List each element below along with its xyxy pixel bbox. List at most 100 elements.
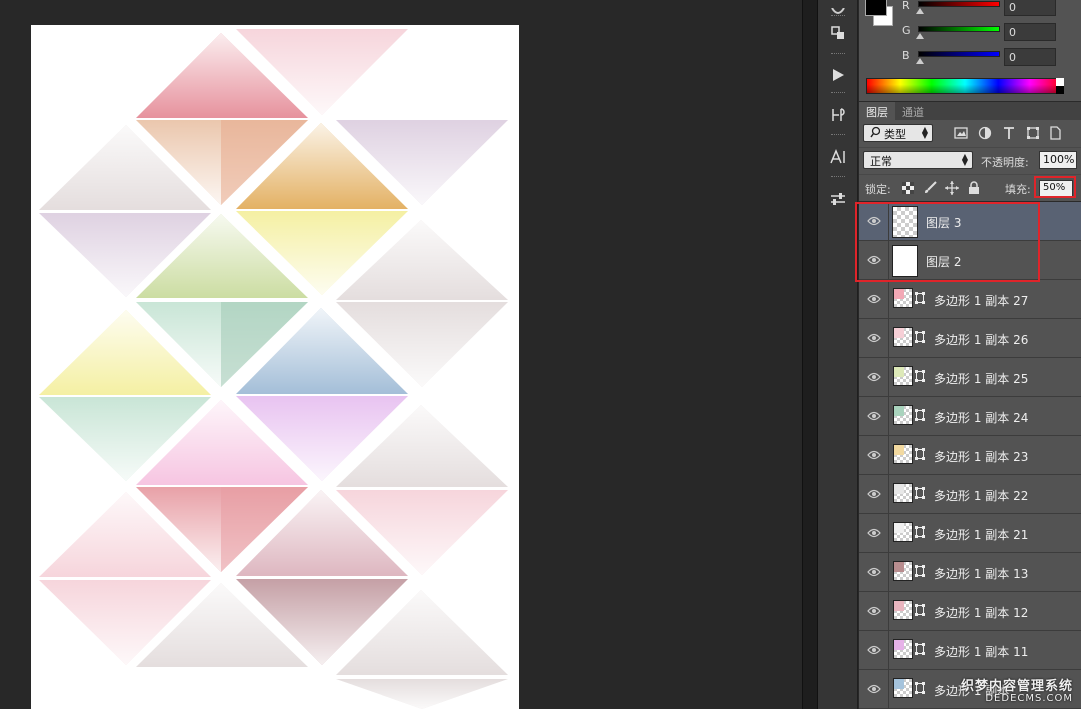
lock-all-padlock-icon[interactable] [967, 181, 981, 195]
channel-0-slider[interactable] [918, 1, 1000, 7]
blend-mode-dropdown[interactable]: 正常 ▲ ▼ [863, 151, 973, 169]
layer-name[interactable]: 多边形 1 副本 25 [934, 370, 1028, 387]
canvas-workspace[interactable] [0, 0, 802, 709]
layer-thumbnail[interactable] [892, 245, 918, 277]
eye-visibility-icon[interactable] [859, 553, 889, 591]
eye-visibility-icon[interactable] [859, 436, 889, 474]
panel-grip[interactable] [831, 176, 845, 178]
vector-mask-icon[interactable] [914, 405, 925, 425]
channel-0-slider-thumb[interactable] [916, 8, 924, 14]
pixel-layer-filter-icon[interactable] [953, 125, 969, 141]
layer-row[interactable]: 多边形 1 副本 22 [859, 475, 1081, 514]
play-icon[interactable] [824, 62, 852, 88]
layer-row[interactable]: 多边形 1 副本 25 [859, 358, 1081, 397]
lock-transparent-pixels-icon[interactable] [901, 181, 915, 195]
vector-mask-icon[interactable] [914, 561, 925, 581]
vector-mask-icon[interactable] [914, 600, 925, 620]
layer-thumbnail[interactable] [893, 405, 913, 425]
channel-2-slider[interactable] [918, 51, 1000, 57]
panel-grip[interactable] [831, 15, 845, 17]
smart-object-filter-icon[interactable] [1047, 125, 1063, 141]
channel-1-value-field[interactable]: 0 [1004, 23, 1056, 41]
vector-mask-icon[interactable] [914, 522, 925, 542]
vector-mask-icon[interactable] [914, 444, 925, 464]
layer-thumbnail[interactable] [893, 483, 913, 503]
opacity-field[interactable]: 100% [1039, 151, 1077, 169]
tab-layers[interactable]: 图层 [859, 102, 895, 121]
layer-name[interactable]: 多边形 1 副本 24 [934, 409, 1028, 426]
shape-layer-filter-icon[interactable] [1025, 125, 1041, 141]
layer-thumbnail[interactable] [893, 561, 913, 581]
layer-row[interactable]: 多边形 1 副本 27 [859, 280, 1081, 319]
layer-name[interactable]: 多边形 1 副本 11 [934, 643, 1028, 660]
channel-2-slider-thumb[interactable] [916, 58, 924, 64]
eye-visibility-icon[interactable] [859, 280, 889, 318]
lock-image-pixels-brush-icon[interactable] [923, 181, 937, 195]
black-white-swatch[interactable] [1056, 78, 1064, 94]
character-icon[interactable] [824, 144, 852, 170]
channel-1-slider-thumb[interactable] [916, 33, 924, 39]
layer-name[interactable]: 图层 2 [926, 253, 961, 270]
layer-row[interactable]: 多边形 1 副本 26 [859, 319, 1081, 358]
layer-row[interactable]: 多边形 1 副本 23 [859, 436, 1081, 475]
type-layer-filter-icon[interactable] [1001, 125, 1017, 141]
vector-mask-icon[interactable] [914, 639, 925, 659]
tab-channels[interactable]: 通道 [895, 102, 931, 121]
properties-sliders-icon[interactable] [824, 186, 852, 212]
fill-field[interactable]: 50% [1039, 180, 1073, 198]
eye-visibility-icon[interactable] [859, 358, 889, 396]
vector-mask-icon[interactable] [914, 327, 925, 347]
layer-thumbnail[interactable] [893, 522, 913, 542]
eye-visibility-icon[interactable] [859, 319, 889, 357]
channel-1-slider[interactable] [918, 26, 1000, 32]
layer-thumbnail[interactable] [893, 327, 913, 347]
channel-2-value-field[interactable]: 0 [1004, 48, 1056, 66]
layer-name[interactable]: 多边形 1 副本 23 [934, 448, 1028, 465]
eye-visibility-icon[interactable] [859, 241, 889, 279]
layer-name[interactable]: 多边形 1 副本 13 [934, 565, 1028, 582]
eye-visibility-icon[interactable] [859, 202, 889, 240]
layer-name[interactable]: 多边形 1 副本 22 [934, 487, 1028, 504]
layer-row[interactable]: 图层 2 [859, 241, 1081, 280]
layer-row[interactable]: 多边形 1 副本 11 [859, 631, 1081, 670]
layer-thumbnail[interactable] [893, 366, 913, 386]
3d-cube-icon[interactable] [824, 20, 852, 46]
panel-grip[interactable] [831, 134, 845, 136]
layers-list[interactable]: 图层 3 图层 2 多边形 1 副本 27 多边形 1 副本 26 多边形 1 副本 2… [859, 201, 1081, 709]
layer-name[interactable]: 图层 3 [926, 214, 961, 231]
layer-row[interactable]: 图层 3 [859, 202, 1081, 241]
color-spectrum-bar[interactable] [866, 78, 1064, 94]
paragraph-icon[interactable] [824, 102, 852, 128]
eye-visibility-icon[interactable] [859, 514, 889, 552]
layer-row[interactable]: 多边形 1 副本 12 [859, 592, 1081, 631]
layer-thumbnail[interactable] [893, 288, 913, 308]
lock-position-move-icon[interactable] [945, 181, 959, 195]
layer-row[interactable]: 多边形 1 副本 24 [859, 397, 1081, 436]
layer-name[interactable]: 多边形 1 副本 27 [934, 292, 1028, 309]
panel-grip[interactable] [831, 53, 845, 55]
layer-thumbnail[interactable] [892, 206, 918, 238]
panel-divider[interactable] [802, 0, 818, 709]
document-canvas[interactable] [31, 25, 519, 709]
foreground-color-swatch[interactable] [865, 0, 887, 16]
layer-row[interactable]: 多边形 1 副本 13 [859, 553, 1081, 592]
eye-visibility-icon[interactable] [859, 631, 889, 669]
layer-name[interactable]: 多边形 1 副本 26 [934, 331, 1028, 348]
channel-0-value-field[interactable]: 0 [1004, 0, 1056, 16]
vector-mask-icon[interactable] [914, 366, 925, 386]
filter-kind-dropdown[interactable]: 类型 ▲ ▼ [863, 124, 933, 142]
panel-grip[interactable] [831, 92, 845, 94]
vector-mask-icon[interactable] [914, 678, 925, 698]
vector-mask-icon[interactable] [914, 483, 925, 503]
layer-row[interactable]: 多边形 1 副本 21 [859, 514, 1081, 553]
layer-name[interactable]: 多边形 1 副本 21 [934, 526, 1028, 543]
layer-thumbnail[interactable] [893, 444, 913, 464]
adjustment-layer-filter-icon[interactable] [977, 125, 993, 141]
eye-visibility-icon[interactable] [859, 475, 889, 513]
eye-visibility-icon[interactable] [859, 670, 889, 708]
layer-thumbnail[interactable] [893, 639, 913, 659]
layer-name[interactable]: 多边形 1 副本 12 [934, 604, 1028, 621]
layer-thumbnail[interactable] [893, 678, 913, 698]
eye-visibility-icon[interactable] [859, 592, 889, 630]
eye-visibility-icon[interactable] [859, 397, 889, 435]
